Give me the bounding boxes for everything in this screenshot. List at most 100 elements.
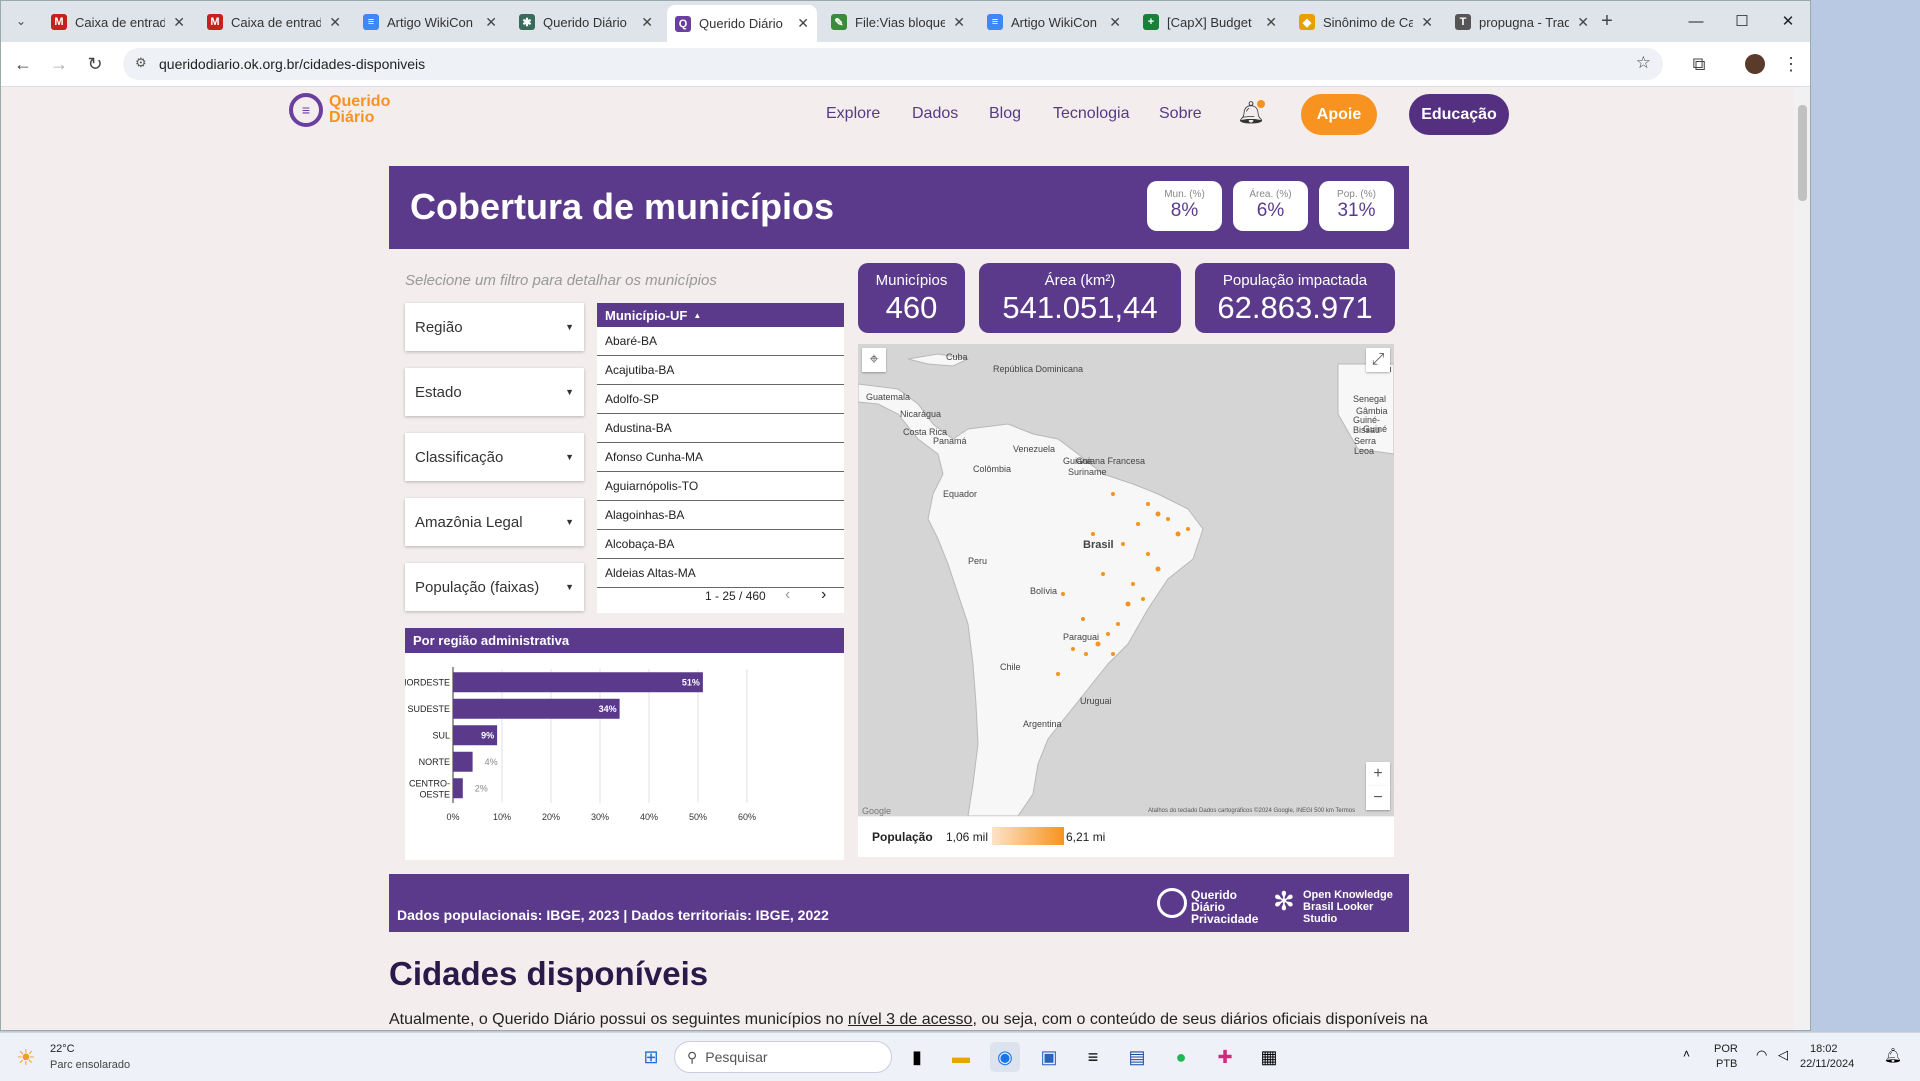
table-row[interactable]: Acajutiba-BA: [597, 356, 844, 385]
weather-temp[interactable]: 22°C: [50, 1043, 75, 1055]
browser-tab[interactable]: ≡ Artigo WikiCon ✕: [979, 7, 1129, 37]
browser-tab[interactable]: ✎ File:Vias bloque ✕: [823, 7, 973, 37]
table-row[interactable]: Alagoinhas-BA: [597, 501, 844, 530]
educacao-button[interactable]: Educação: [1409, 94, 1509, 135]
table-row[interactable]: Adolfo-SP: [597, 385, 844, 414]
footer-brand-querido[interactable]: Querido Diário Privacidade: [1191, 889, 1261, 925]
browser-tab[interactable]: ◆ Sinônimo de Ca ✕: [1291, 7, 1441, 37]
table-row[interactable]: Aguiarnópolis-TO: [597, 472, 844, 501]
nav-tecnologia[interactable]: Tecnologia: [1053, 105, 1130, 123]
filter-classificacao[interactable]: Classificação ▼: [405, 433, 584, 481]
scrollbar-thumb[interactable]: [1798, 105, 1807, 201]
site-info-icon[interactable]: ⚙: [135, 55, 147, 71]
app-icon-2[interactable]: ▦: [1254, 1042, 1284, 1072]
tab-close-icon[interactable]: ✕: [1109, 14, 1121, 31]
tab-close-icon[interactable]: ✕: [329, 14, 341, 31]
new-tab-icon[interactable]: +: [1595, 9, 1619, 33]
map-zoom-in-icon[interactable]: +: [1366, 762, 1390, 786]
nav-sobre[interactable]: Sobre: [1159, 105, 1202, 123]
bar-nordeste[interactable]: [453, 672, 703, 693]
tab-search-icon[interactable]: ⌄: [9, 9, 33, 33]
nav-blog[interactable]: Blog: [989, 105, 1021, 123]
weather-icon[interactable]: ☀: [16, 1045, 36, 1071]
mini-stat-label: Pop. (%): [1337, 189, 1376, 200]
map-attribution[interactable]: Atalhos do teclado Dados cartográficos ©…: [1148, 808, 1355, 814]
lang-line2[interactable]: PTB: [1716, 1058, 1737, 1070]
map-selection-icon[interactable]: ⌖: [862, 348, 886, 372]
map-fullscreen-icon[interactable]: ⤢: [1366, 348, 1390, 372]
next-page-icon[interactable]: ›: [821, 586, 826, 604]
filter-estado[interactable]: Estado ▼: [405, 368, 584, 416]
tab-close-icon[interactable]: ✕: [953, 14, 965, 31]
page-scrollbar[interactable]: [1794, 87, 1810, 1030]
tray-chevron-icon[interactable]: ˄: [1683, 1047, 1690, 1061]
extensions-icon[interactable]: ⧉: [1687, 52, 1711, 76]
clock-date[interactable]: 22/11/2024: [1800, 1058, 1854, 1070]
tab-close-icon[interactable]: ✕: [1421, 14, 1433, 31]
table-row[interactable]: Alcobaça-BA: [597, 530, 844, 559]
tab-close-icon[interactable]: ✕: [173, 14, 185, 31]
close-icon[interactable]: ✕: [1765, 7, 1810, 35]
browser-tab[interactable]: M Caixa de entrad ✕: [43, 7, 193, 37]
nav-explore[interactable]: Explore: [826, 105, 880, 123]
notepad-icon[interactable]: ≡: [1078, 1042, 1108, 1072]
notification-bell-icon[interactable]: 🔔︎: [1237, 100, 1265, 126]
app-icon[interactable]: ▤: [1122, 1042, 1152, 1072]
nivel-3-link[interactable]: nível 3 de acesso: [848, 1011, 973, 1028]
clock-time[interactable]: 18:02: [1810, 1043, 1838, 1055]
maximize-icon[interactable]: ☐: [1719, 7, 1765, 35]
bookmark-star-icon[interactable]: ☆: [1636, 53, 1651, 73]
bar-sudeste[interactable]: [453, 698, 620, 719]
address-bar[interactable]: ⚙ queridodiario.ok.org.br/cidades-dispon…: [123, 48, 1663, 80]
tab-title: Artigo WikiCon: [387, 14, 473, 30]
prev-page-icon[interactable]: ‹: [785, 586, 790, 604]
reload-icon[interactable]: ↻: [83, 52, 107, 76]
table-row[interactable]: Afonso Cunha-MA: [597, 443, 844, 472]
apoie-button[interactable]: Apoie: [1301, 94, 1377, 135]
tab-close-icon[interactable]: ✕: [1265, 14, 1277, 31]
tab-close-icon[interactable]: ✕: [1577, 14, 1589, 31]
minimize-icon[interactable]: —: [1673, 7, 1719, 35]
filter-regiao[interactable]: Região ▼: [405, 303, 584, 351]
lang-line1[interactable]: POR: [1714, 1043, 1738, 1055]
forward-icon[interactable]: →: [47, 52, 71, 76]
browser-tab[interactable]: ≡ Artigo WikiCon ✕: [355, 7, 505, 37]
table-row[interactable]: Adustina-BA: [597, 414, 844, 443]
spotify-icon[interactable]: ●: [1166, 1042, 1196, 1072]
querido-diario-logo[interactable]: ≡ Querido Diário: [289, 93, 390, 127]
tab-close-icon[interactable]: ✕: [485, 14, 497, 31]
coverage-map[interactable]: Cuba República Dominicana Guatemala Nicarág…: [858, 344, 1394, 816]
start-icon[interactable]: ⊞: [636, 1042, 666, 1072]
browser-tab[interactable]: Q Querido Diário ✕: [667, 5, 817, 42]
table-header-municipio-uf[interactable]: Município-UF ▲: [597, 303, 844, 327]
taskbar-search[interactable]: ⚲ Pesquisar: [674, 1041, 892, 1073]
slack-icon[interactable]: ✚: [1210, 1042, 1240, 1072]
table-row[interactable]: Abaré-BA: [597, 327, 844, 356]
notifications-icon[interactable]: 🔔︎: [1884, 1047, 1902, 1064]
menu-icon[interactable]: ⋮: [1779, 52, 1803, 76]
browser-tab[interactable]: M Caixa de entrad ✕: [199, 7, 349, 37]
filter-populacao-faixas[interactable]: População (faixas) ▼: [405, 563, 584, 611]
task-view-icon[interactable]: ▮: [902, 1042, 932, 1072]
tab-close-icon[interactable]: ✕: [641, 14, 653, 31]
tab-close-icon[interactable]: ✕: [797, 15, 809, 32]
volume-icon[interactable]: ◁: [1778, 1047, 1788, 1063]
bar-norte[interactable]: [453, 751, 473, 772]
wifi-icon[interactable]: ◠: [1756, 1047, 1767, 1063]
docs-icon: ≡: [363, 14, 379, 30]
dropdown-arrow-icon: ▼: [565, 322, 574, 332]
outlook-icon[interactable]: ▣: [1034, 1042, 1064, 1072]
filter-amazonia-legal[interactable]: Amazônia Legal ▼: [405, 498, 584, 546]
profile-avatar[interactable]: [1743, 52, 1767, 76]
bar-centro-oeste[interactable]: [453, 778, 463, 799]
back-icon[interactable]: ←: [11, 52, 35, 76]
browser-tab[interactable]: ✱ Querido Diário ✕: [511, 7, 661, 37]
nav-dados[interactable]: Dados: [912, 105, 958, 123]
footer-brand-okbr[interactable]: Open Knowledge Brasil Looker Studio: [1303, 889, 1403, 925]
map-zoom-out-icon[interactable]: −: [1366, 786, 1390, 810]
browser-tab[interactable]: + [CapX] Budget ✕: [1135, 7, 1285, 37]
weather-desc[interactable]: Parc ensolarado: [50, 1059, 130, 1071]
browser-tab[interactable]: Tpropugna - Trad ✕: [1447, 7, 1597, 37]
chrome-icon[interactable]: ◉: [990, 1042, 1020, 1072]
file-explorer-icon[interactable]: ▬: [946, 1042, 976, 1072]
